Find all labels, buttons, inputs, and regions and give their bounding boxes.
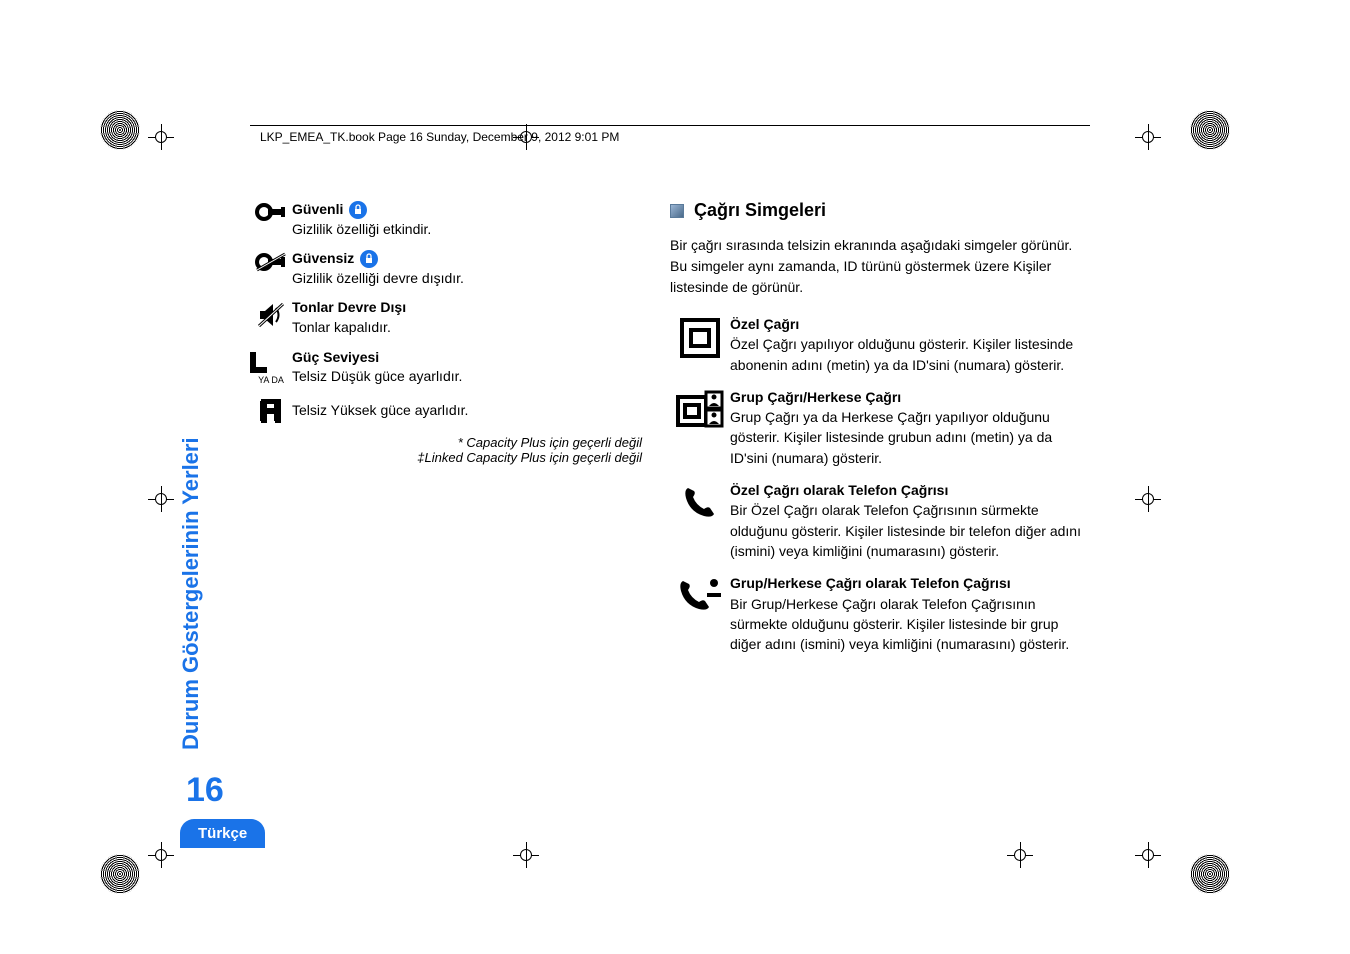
registration-mark [148, 124, 174, 150]
unsecure-icon [250, 249, 292, 288]
footnotes: * Capacity Plus için geçerli değil ‡Link… [250, 435, 650, 465]
entry-unsecure: Güvensiz Gizlilik özelliği devre dışıdır… [250, 249, 650, 288]
section-title: Çağrı Simgeleri [694, 200, 826, 221]
header-text: LKP_EMEA_TK.book Page 16 Sunday, Decembe… [260, 130, 619, 144]
unsecure-desc: Gizlilik özelliği devre dışıdır. [292, 269, 650, 289]
footnote-2: ‡Linked Capacity Plus için geçerli değil [250, 450, 642, 465]
sidebar-title: Durum Göstergelerinin Yerleri [178, 437, 204, 750]
tones-desc: Tonlar kapalıdır. [292, 318, 650, 338]
power-desc: Telsiz Düşük güce ayarlıdır. [292, 367, 650, 387]
entry-group-phone-call: Grup/Herkese Çağrı olarak Telefon Çağrıs… [670, 573, 1090, 654]
language-tab: Türkçe [180, 819, 265, 848]
group-phone-call-icon [670, 573, 730, 654]
group-call-desc: Grup Çağrı ya da Herkese Çağrı yapılıyor… [730, 407, 1090, 468]
printer-mark-tl [100, 110, 140, 150]
printer-mark-tr [1190, 110, 1230, 150]
unsecure-title: Güvensiz [292, 249, 354, 269]
ya-da-label: YA DA [250, 374, 292, 387]
section-intro: Bir çağrı sırasında telsizin ekranında a… [670, 235, 1090, 298]
entry-private-call: Özel Çağrı Özel Çağrı yapılıyor olduğunu… [670, 314, 1090, 375]
power-title: Güç Seviyesi [292, 348, 650, 368]
tones-off-icon [250, 298, 292, 337]
registration-mark [148, 486, 174, 512]
page-number: 16 [186, 771, 224, 810]
unsecure-badge-icon [360, 250, 378, 268]
private-call-title: Özel Çağrı [730, 314, 1090, 334]
private-phone-call-desc: Bir Özel Çağrı olarak Telefon Çağrısının… [730, 500, 1090, 561]
entry-tones: Tonlar Devre Dışı Tonlar kapalıdır. [250, 298, 650, 337]
private-phone-call-icon [670, 480, 730, 561]
entry-power-high: Telsiz Yüksek güce ayarlıdır. [250, 397, 650, 425]
entry-power: YA DA Güç Seviyesi Telsiz Düşük güce aya… [250, 348, 650, 387]
printer-mark-bl [100, 854, 140, 894]
header-rule [250, 125, 1090, 126]
group-phone-call-title: Grup/Herkese Çağrı olarak Telefon Çağrıs… [730, 573, 1090, 593]
secure-icon [250, 200, 292, 239]
registration-mark [148, 842, 174, 868]
footnote-1: * Capacity Plus için geçerli değil [250, 435, 642, 450]
secure-badge-icon [349, 201, 367, 219]
power-low-icon: YA DA [250, 348, 292, 387]
group-call-title: Grup Çağrı/Herkese Çağrı [730, 387, 1090, 407]
private-call-icon [670, 314, 730, 375]
power-high-desc: Telsiz Yüksek güce ayarlıdır. [292, 401, 650, 421]
private-call-desc: Özel Çağrı yapılıyor olduğunu gösterir. … [730, 334, 1090, 375]
entry-private-phone-call: Özel Çağrı olarak Telefon Çağrısı Bir Öz… [670, 480, 1090, 561]
group-phone-call-desc: Bir Grup/Herkese Çağrı olarak Telefon Ça… [730, 594, 1090, 655]
entry-group-call: Grup Çağrı/Herkese Çağrı Grup Çağrı ya d… [670, 387, 1090, 468]
tones-title: Tonlar Devre Dışı [292, 298, 650, 318]
section-heading: Çağrı Simgeleri [670, 200, 1090, 221]
entry-secure: Güvenli Gizlilik özelliği etkindir. [250, 200, 650, 239]
group-call-icon [670, 387, 730, 468]
printer-mark-br [1190, 854, 1230, 894]
left-column: Güvenli Gizlilik özelliği etkindir. Güve… [250, 200, 650, 465]
section-bullet-icon [670, 204, 684, 218]
power-high-icon [250, 397, 292, 425]
private-phone-call-title: Özel Çağrı olarak Telefon Çağrısı [730, 480, 1090, 500]
page-area: LKP_EMEA_TK.book Page 16 Sunday, Decembe… [180, 90, 1170, 870]
right-column: Çağrı Simgeleri Bir çağrı sırasında tels… [670, 200, 1090, 666]
secure-desc: Gizlilik özelliği etkindir. [292, 220, 650, 240]
secure-title: Güvenli [292, 200, 343, 220]
